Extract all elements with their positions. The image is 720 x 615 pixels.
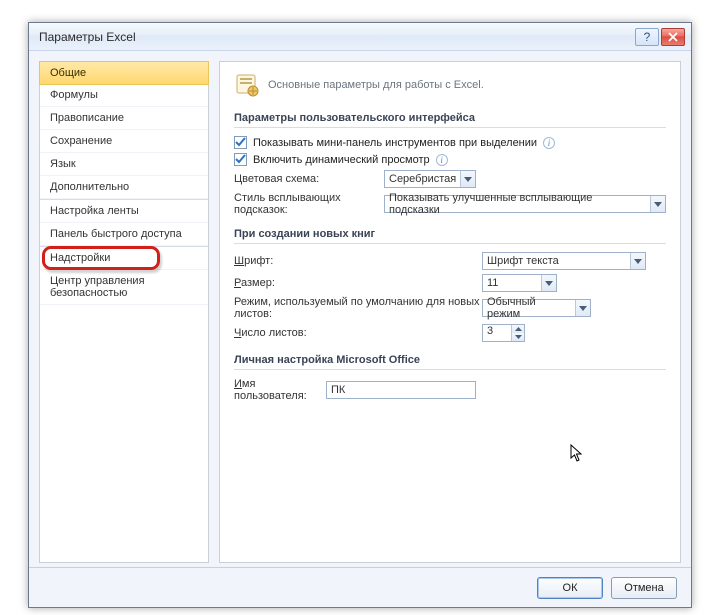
content-pane: Основные параметры для работы с Excel. П…	[219, 61, 681, 563]
cursor-icon	[570, 444, 584, 462]
sidebar-item-label: Центр управления безопасностью	[50, 275, 145, 299]
checkbox-minipanel[interactable]	[234, 136, 247, 149]
dropdown-value: Показывать улучшенные всплывающие подска…	[385, 192, 650, 216]
sidebar-item-addins[interactable]: Надстройки	[40, 246, 208, 270]
pane-heading: Основные параметры для работы с Excel.	[268, 79, 484, 91]
check-icon	[235, 154, 246, 165]
color-scheme-dropdown[interactable]: Серебристая	[384, 170, 476, 188]
chevron-down-icon	[541, 275, 556, 291]
sidebar-item-label: Панель быстрого доступа	[50, 228, 182, 240]
sidebar-item-label: Формулы	[50, 89, 98, 101]
input-value: ПК	[331, 384, 345, 396]
username-label: Имя пользователя:	[234, 378, 326, 402]
info-icon[interactable]: i	[436, 154, 448, 166]
cancel-button[interactable]: Отмена	[611, 577, 677, 599]
sidebar-item-language[interactable]: Язык	[40, 153, 208, 176]
window-title: Параметры Excel	[39, 30, 633, 44]
dropdown-value: Шрифт текста	[483, 255, 630, 267]
dialog-footer: ОК Отмена	[29, 567, 691, 607]
spinner-value: 3	[483, 325, 511, 341]
section-ui-title: Параметры пользовательского интерфейса	[234, 108, 666, 128]
sidebar-item-formulas[interactable]: Формулы	[40, 84, 208, 107]
username-input[interactable]: ПК	[326, 381, 476, 399]
chevron-down-icon	[630, 253, 645, 269]
spinner-down-icon[interactable]	[512, 333, 524, 341]
view-dropdown[interactable]: Обычный режим	[482, 299, 591, 317]
checkbox-minipanel-label: Показывать мини-панель инструментов при …	[253, 137, 537, 149]
sidebar-item-label: Настройка ленты	[50, 205, 139, 217]
section-personal-title: Личная настройка Microsoft Office	[234, 350, 666, 370]
size-label: Размер:	[234, 277, 482, 289]
sidebar-item-label: Дополнительно	[50, 181, 129, 193]
sheets-label: Число листов:	[234, 327, 482, 339]
sheets-spinner[interactable]: 3	[482, 324, 525, 342]
sidebar-item-trust-center[interactable]: Центр управления безопасностью	[40, 270, 208, 305]
dropdown-value: 11	[483, 277, 541, 289]
view-label: Режим, используемый по умолчанию для нов…	[234, 296, 482, 320]
sidebar-item-label: Надстройки	[50, 252, 110, 264]
section-newbook-title: При создании новых книг	[234, 224, 666, 244]
chevron-down-icon	[575, 300, 590, 316]
sidebar-item-general[interactable]: Общие	[39, 61, 209, 85]
info-icon[interactable]: i	[543, 137, 555, 149]
tooltip-style-label: Стиль всплывающих подсказок:	[234, 192, 384, 216]
font-dropdown[interactable]: Шрифт текста	[482, 252, 646, 270]
options-icon	[234, 72, 260, 98]
dropdown-value: Обычный режим	[483, 296, 575, 320]
sidebar-item-qat[interactable]: Панель быстрого доступа	[40, 223, 208, 246]
sidebar-item-advanced[interactable]: Дополнительно	[40, 176, 208, 199]
chevron-down-icon	[460, 171, 475, 187]
size-dropdown[interactable]: 11	[482, 274, 557, 292]
close-icon	[668, 32, 678, 42]
font-label: Шрифт:	[234, 255, 482, 267]
dropdown-value: Серебристая	[385, 173, 460, 185]
sidebar-item-label: Язык	[50, 158, 76, 170]
check-icon	[235, 137, 246, 148]
sidebar-item-label: Общие	[50, 67, 86, 79]
close-button[interactable]	[661, 28, 685, 46]
options-dialog: Параметры Excel ? Общие Формулы Правопис…	[28, 22, 692, 608]
checkbox-livepreview[interactable]	[234, 153, 247, 166]
tooltip-style-dropdown[interactable]: Показывать улучшенные всплывающие подска…	[384, 195, 666, 213]
ok-button[interactable]: ОК	[537, 577, 603, 599]
titlebar: Параметры Excel ?	[29, 23, 691, 51]
checkbox-livepreview-label: Включить динамический просмотр	[253, 154, 430, 166]
sidebar-item-label: Правописание	[50, 112, 124, 124]
chevron-down-icon	[650, 196, 665, 212]
spinner-up-icon[interactable]	[512, 325, 524, 333]
sidebar-item-customize-ribbon[interactable]: Настройка ленты	[40, 199, 208, 223]
help-button[interactable]: ?	[635, 28, 659, 46]
color-scheme-label: Цветовая схема:	[234, 173, 384, 185]
category-sidebar: Общие Формулы Правописание Сохранение Яз…	[39, 61, 209, 563]
sidebar-item-label: Сохранение	[50, 135, 112, 147]
sidebar-item-proofing[interactable]: Правописание	[40, 107, 208, 130]
sidebar-item-save[interactable]: Сохранение	[40, 130, 208, 153]
